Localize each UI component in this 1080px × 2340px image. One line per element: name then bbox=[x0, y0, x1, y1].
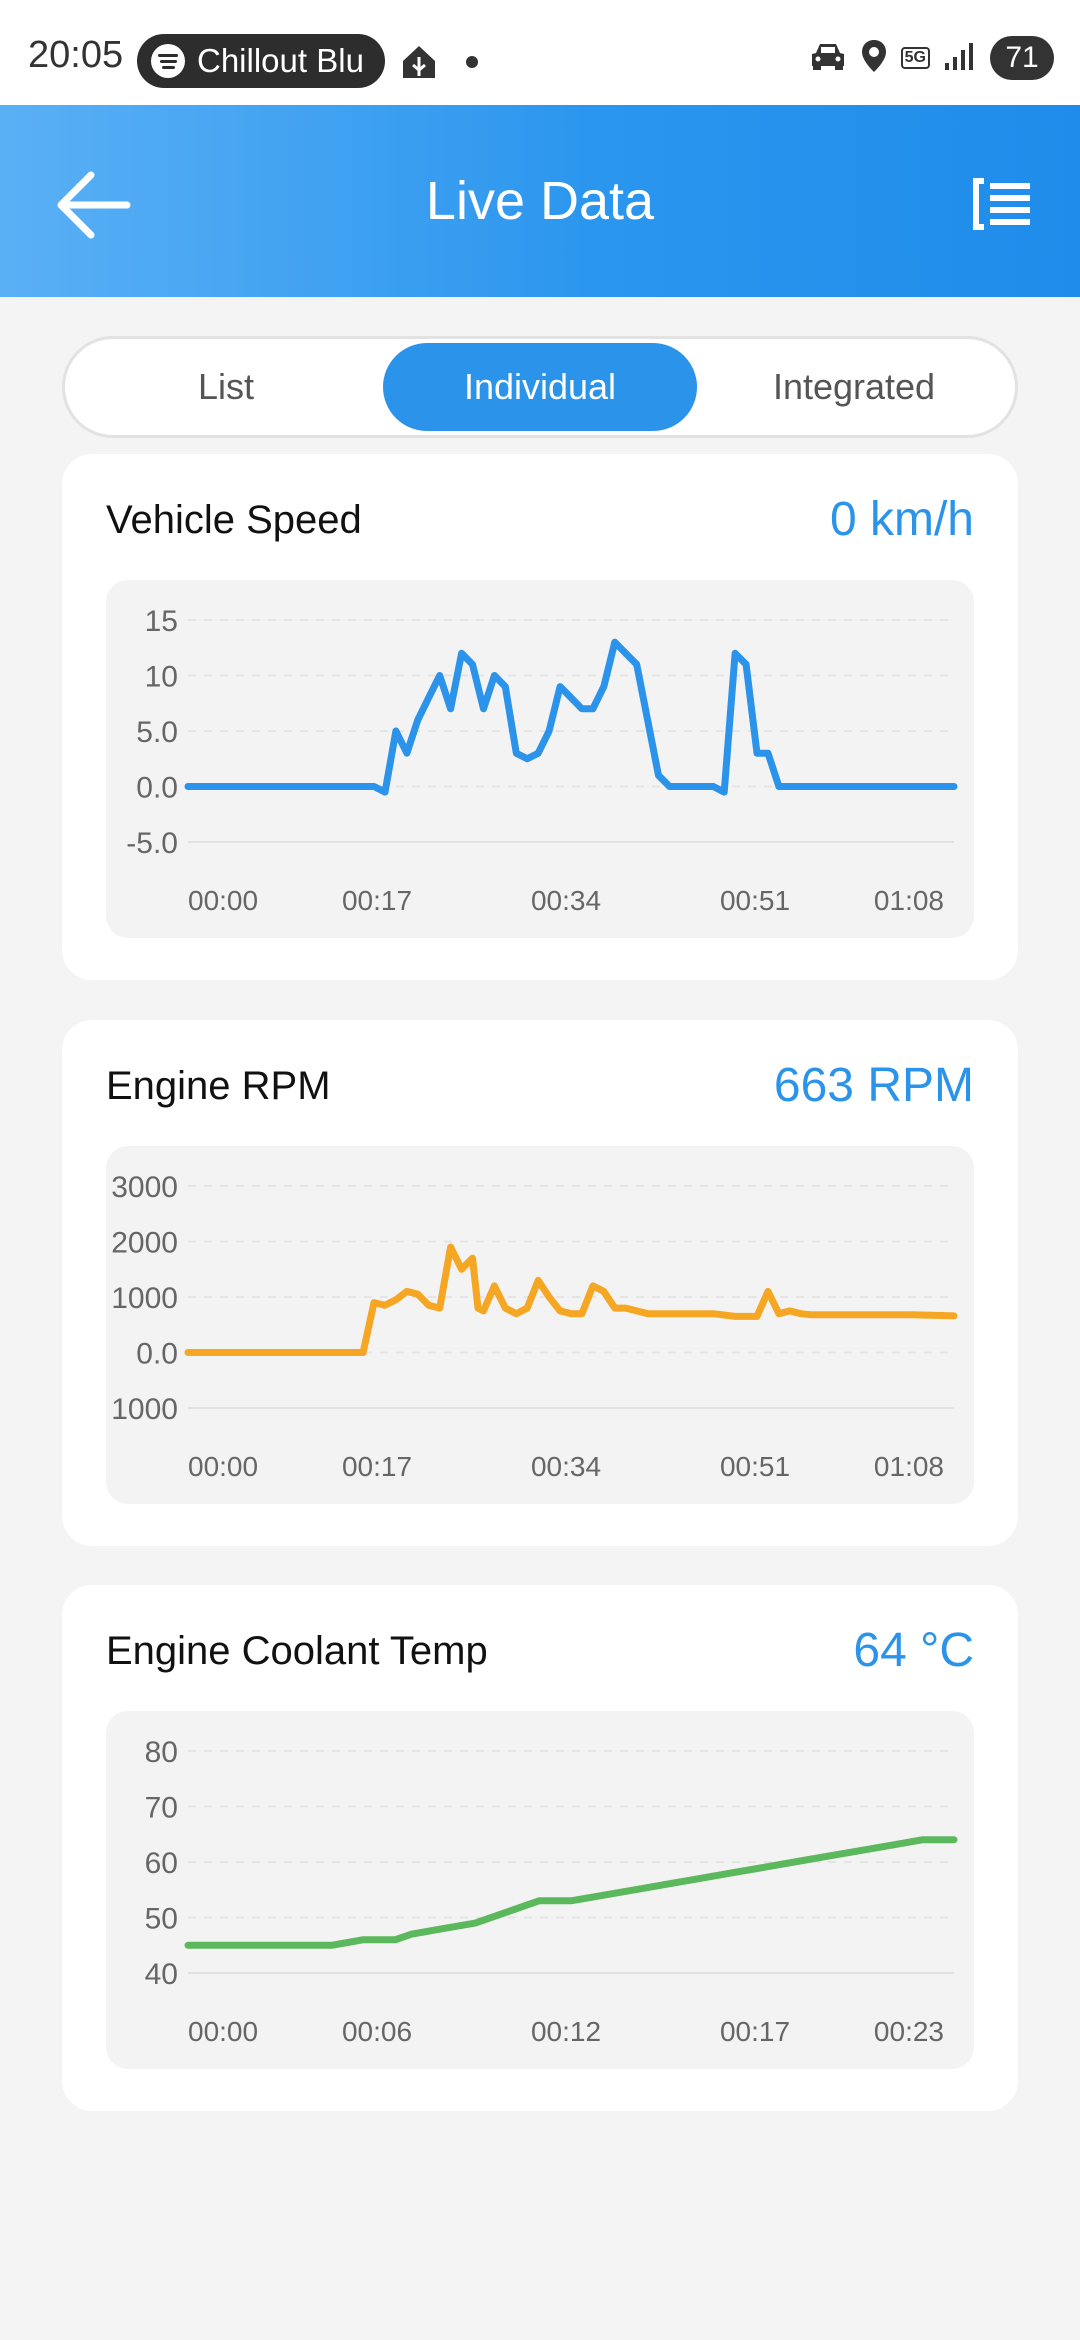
x-tick-label: 00:17 bbox=[342, 885, 412, 916]
tab-integrated[interactable]: Integrated bbox=[697, 343, 1011, 431]
x-tick-label: 00:00 bbox=[188, 885, 258, 916]
card-title: Engine Coolant Temp bbox=[106, 1629, 488, 1673]
x-tick-label: 00:51 bbox=[720, 1451, 790, 1482]
x-tick-label: 00:00 bbox=[188, 2016, 258, 2047]
series-line bbox=[184, 1243, 958, 1356]
status-icons: 5G 71 bbox=[809, 36, 1054, 80]
x-tick-label: 00:06 bbox=[342, 2016, 412, 2047]
page-title: Live Data bbox=[425, 171, 655, 231]
battery-indicator: 71 bbox=[990, 36, 1054, 80]
y-tick-label: 0.0 bbox=[136, 1338, 178, 1371]
home-assistant-icon bbox=[400, 43, 438, 86]
engine-coolant-temp-card[interactable]: Engine Coolant Temp 64 °C 80 70 60 50 40 00:0… bbox=[62, 1585, 1018, 2111]
tab-individual[interactable]: Individual bbox=[383, 343, 697, 431]
card-title: Engine RPM bbox=[106, 1064, 331, 1108]
location-icon bbox=[861, 39, 887, 78]
card-value: 663 RPM bbox=[773, 1059, 974, 1112]
vehicle-speed-chart-svg: 15 10 5.0 0.0 -5.0 00:00 00:17 00:34 00:51 01:08 bbox=[126, 605, 958, 916]
list-menu-icon bbox=[973, 178, 1030, 230]
y-tick-label: 40 bbox=[145, 1958, 178, 1991]
media-pill-text: Chillout Blu bbox=[197, 42, 364, 79]
y-tick-label: 60 bbox=[145, 1847, 178, 1880]
signal-icon bbox=[944, 41, 976, 76]
engine-rpm-chart-svg: 3000 2000 1000 0.0 1000 00:00 00:17 00:34 00:51 0… bbox=[111, 1171, 958, 1482]
card-value: 64 °C bbox=[853, 1624, 974, 1677]
spotify-icon bbox=[151, 44, 185, 78]
y-tick-label: 50 bbox=[145, 1903, 178, 1936]
x-tick-label: 00:51 bbox=[720, 885, 790, 916]
y-tick-label: 80 bbox=[145, 1736, 178, 1769]
x-tick-label: 00:17 bbox=[720, 2016, 790, 2047]
x-tick-label: 00:17 bbox=[342, 1451, 412, 1482]
card-value: 0 km/h bbox=[829, 493, 974, 546]
menu-button[interactable] bbox=[970, 173, 1040, 235]
series-line bbox=[184, 638, 958, 796]
card-title: Vehicle Speed bbox=[106, 498, 362, 542]
engine-rpm-card[interactable]: Engine RPM 663 RPM 3000 2000 1000 0.0 1000 00… bbox=[62, 1020, 1018, 1546]
x-tick-label: 01:08 bbox=[874, 1451, 944, 1482]
status-bar: 20:05 Chillout Blu 5G 71 bbox=[0, 0, 1080, 105]
y-tick-label: -5.0 bbox=[126, 827, 178, 860]
x-tick-label: 00:00 bbox=[188, 1451, 258, 1482]
media-pill[interactable]: Chillout Blu bbox=[137, 34, 385, 88]
y-tick-label: 10 bbox=[145, 661, 178, 694]
vehicle-speed-chart: 15 10 5.0 0.0 -5.0 00:00 00:17 00:34 00:51 01:08 bbox=[106, 580, 974, 938]
y-tick-label: 15 bbox=[145, 605, 178, 638]
notification-dot-icon bbox=[466, 56, 478, 68]
car-icon bbox=[809, 41, 847, 76]
engine-rpm-chart: 3000 2000 1000 0.0 1000 00:00 00:17 00:34 00:51 0… bbox=[106, 1146, 974, 1504]
y-tick-label: 0.0 bbox=[136, 772, 178, 805]
y-tick-label: 70 bbox=[145, 1792, 178, 1825]
status-time: 20:05 bbox=[28, 34, 124, 76]
view-mode-tabs: List Individual Integrated bbox=[62, 336, 1018, 438]
network-type: 5G bbox=[900, 47, 930, 69]
x-tick-label: 00:23 bbox=[874, 2016, 944, 2047]
y-tick-label: 1000 bbox=[111, 1393, 178, 1426]
x-tick-label: 00:34 bbox=[531, 885, 601, 916]
y-tick-label: 3000 bbox=[111, 1171, 178, 1204]
vehicle-speed-card[interactable]: Vehicle Speed 0 km/h 15 10 5.0 0.0 -5.0 00:00… bbox=[62, 454, 1018, 980]
y-tick-label: 5.0 bbox=[136, 716, 178, 749]
y-tick-label: 1000 bbox=[111, 1282, 178, 1315]
engine-coolant-temp-chart: 80 70 60 50 40 00:00 00:06 00:12 00:17 00:23 bbox=[106, 1711, 974, 2069]
x-tick-label: 00:12 bbox=[531, 2016, 601, 2047]
x-tick-label: 00:34 bbox=[531, 1451, 601, 1482]
engine-coolant-temp-chart-svg: 80 70 60 50 40 00:00 00:06 00:12 00:17 00:23 bbox=[145, 1736, 958, 2047]
y-tick-label: 2000 bbox=[111, 1227, 178, 1260]
series-line bbox=[184, 1836, 958, 1949]
x-tick-label: 01:08 bbox=[874, 885, 944, 916]
app-header: Live Data bbox=[0, 105, 1080, 297]
tab-list[interactable]: List bbox=[69, 343, 383, 431]
